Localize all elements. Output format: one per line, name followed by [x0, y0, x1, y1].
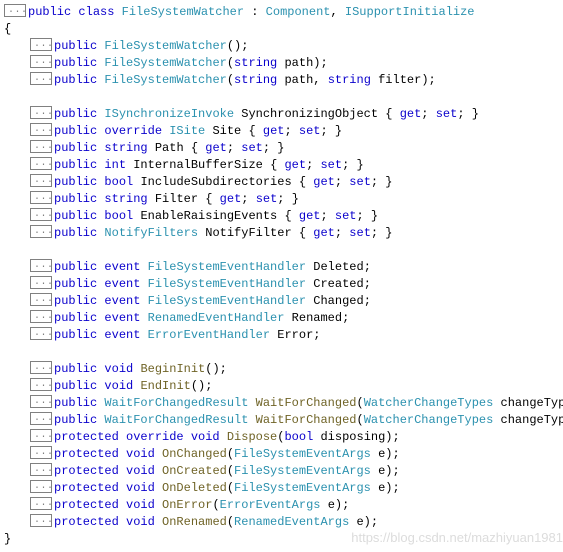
fold-toggle[interactable] [30, 174, 52, 187]
type-name: ISupportInitialize [345, 5, 475, 19]
code-line: public FileSystemWatcher(string path, st… [4, 72, 563, 89]
fold-toggle[interactable] [30, 378, 52, 391]
code-line: protected void OnChanged(FileSystemEvent… [4, 446, 563, 463]
code-line: public event FileSystemEventHandler Chan… [4, 293, 563, 310]
code-line: public bool EnableRaisingEvents { get; s… [4, 208, 563, 225]
code-line: public WaitForChangedResult WaitForChang… [4, 412, 563, 429]
code-line: protected void OnRenamed(RenamedEventArg… [4, 514, 563, 531]
code-line: public FileSystemWatcher(); [4, 38, 563, 55]
keyword-public: public [28, 5, 71, 19]
code-line: public event FileSystemEventHandler Crea… [4, 276, 563, 293]
fold-toggle[interactable] [30, 497, 52, 510]
fold-toggle[interactable] [30, 106, 52, 119]
code-line: public NotifyFilters NotifyFilter { get;… [4, 225, 563, 242]
code-line: public event ErrorEventHandler Error; [4, 327, 563, 344]
code-line: public string Filter { get; set; } [4, 191, 563, 208]
fold-toggle[interactable] [30, 514, 52, 527]
fold-toggle[interactable] [30, 293, 52, 306]
code-line: public event FileSystemEventHandler Dele… [4, 259, 563, 276]
code-line: public WaitForChangedResult WaitForChang… [4, 395, 563, 412]
fold-toggle[interactable] [30, 327, 52, 340]
fold-toggle[interactable] [30, 72, 52, 85]
code-line: public void EndInit(); [4, 378, 563, 395]
blank-line [4, 89, 563, 106]
fold-toggle[interactable] [30, 395, 52, 408]
fold-toggle[interactable] [30, 38, 52, 51]
fold-toggle[interactable] [4, 4, 26, 17]
keyword-class: class [78, 5, 114, 19]
code-line: protected void OnError(ErrorEventArgs e)… [4, 497, 563, 514]
code-line: protected override void Dispose(bool dis… [4, 429, 563, 446]
fold-toggle[interactable] [30, 55, 52, 68]
fold-toggle[interactable] [30, 191, 52, 204]
fold-toggle[interactable] [30, 446, 52, 459]
code-line: public string Path { get; set; } [4, 140, 563, 157]
code-line: } [4, 531, 563, 548]
code-line: public void BeginInit(); [4, 361, 563, 378]
code-line: public override ISite Site { get; set; } [4, 123, 563, 140]
blank-line [4, 344, 563, 361]
code-line: protected void OnDeleted(FileSystemEvent… [4, 480, 563, 497]
code-line: public bool IncludeSubdirectories { get;… [4, 174, 563, 191]
fold-toggle[interactable] [30, 123, 52, 136]
fold-toggle[interactable] [30, 310, 52, 323]
blank-line [4, 242, 563, 259]
fold-toggle[interactable] [30, 259, 52, 272]
fold-toggle[interactable] [30, 276, 52, 289]
code-line: public FileSystemWatcher(string path); [4, 55, 563, 72]
code-line: { [4, 21, 563, 38]
fold-toggle[interactable] [30, 480, 52, 493]
code-line: public event RenamedEventHandler Renamed… [4, 310, 563, 327]
fold-toggle[interactable] [30, 429, 52, 442]
code-line: public ISynchronizeInvoke SynchronizingO… [4, 106, 563, 123]
fold-toggle[interactable] [30, 463, 52, 476]
fold-toggle[interactable] [30, 361, 52, 374]
fold-toggle[interactable] [30, 412, 52, 425]
fold-toggle[interactable] [30, 140, 52, 153]
fold-toggle[interactable] [30, 225, 52, 238]
type-name: FileSystemWatcher [122, 5, 244, 19]
code-line: public class FileSystemWatcher : Compone… [4, 4, 563, 21]
type-name: Component [266, 5, 331, 19]
fold-toggle[interactable] [30, 208, 52, 221]
code-line: public int InternalBufferSize { get; set… [4, 157, 563, 174]
code-line: protected void OnCreated(FileSystemEvent… [4, 463, 563, 480]
fold-toggle[interactable] [30, 157, 52, 170]
